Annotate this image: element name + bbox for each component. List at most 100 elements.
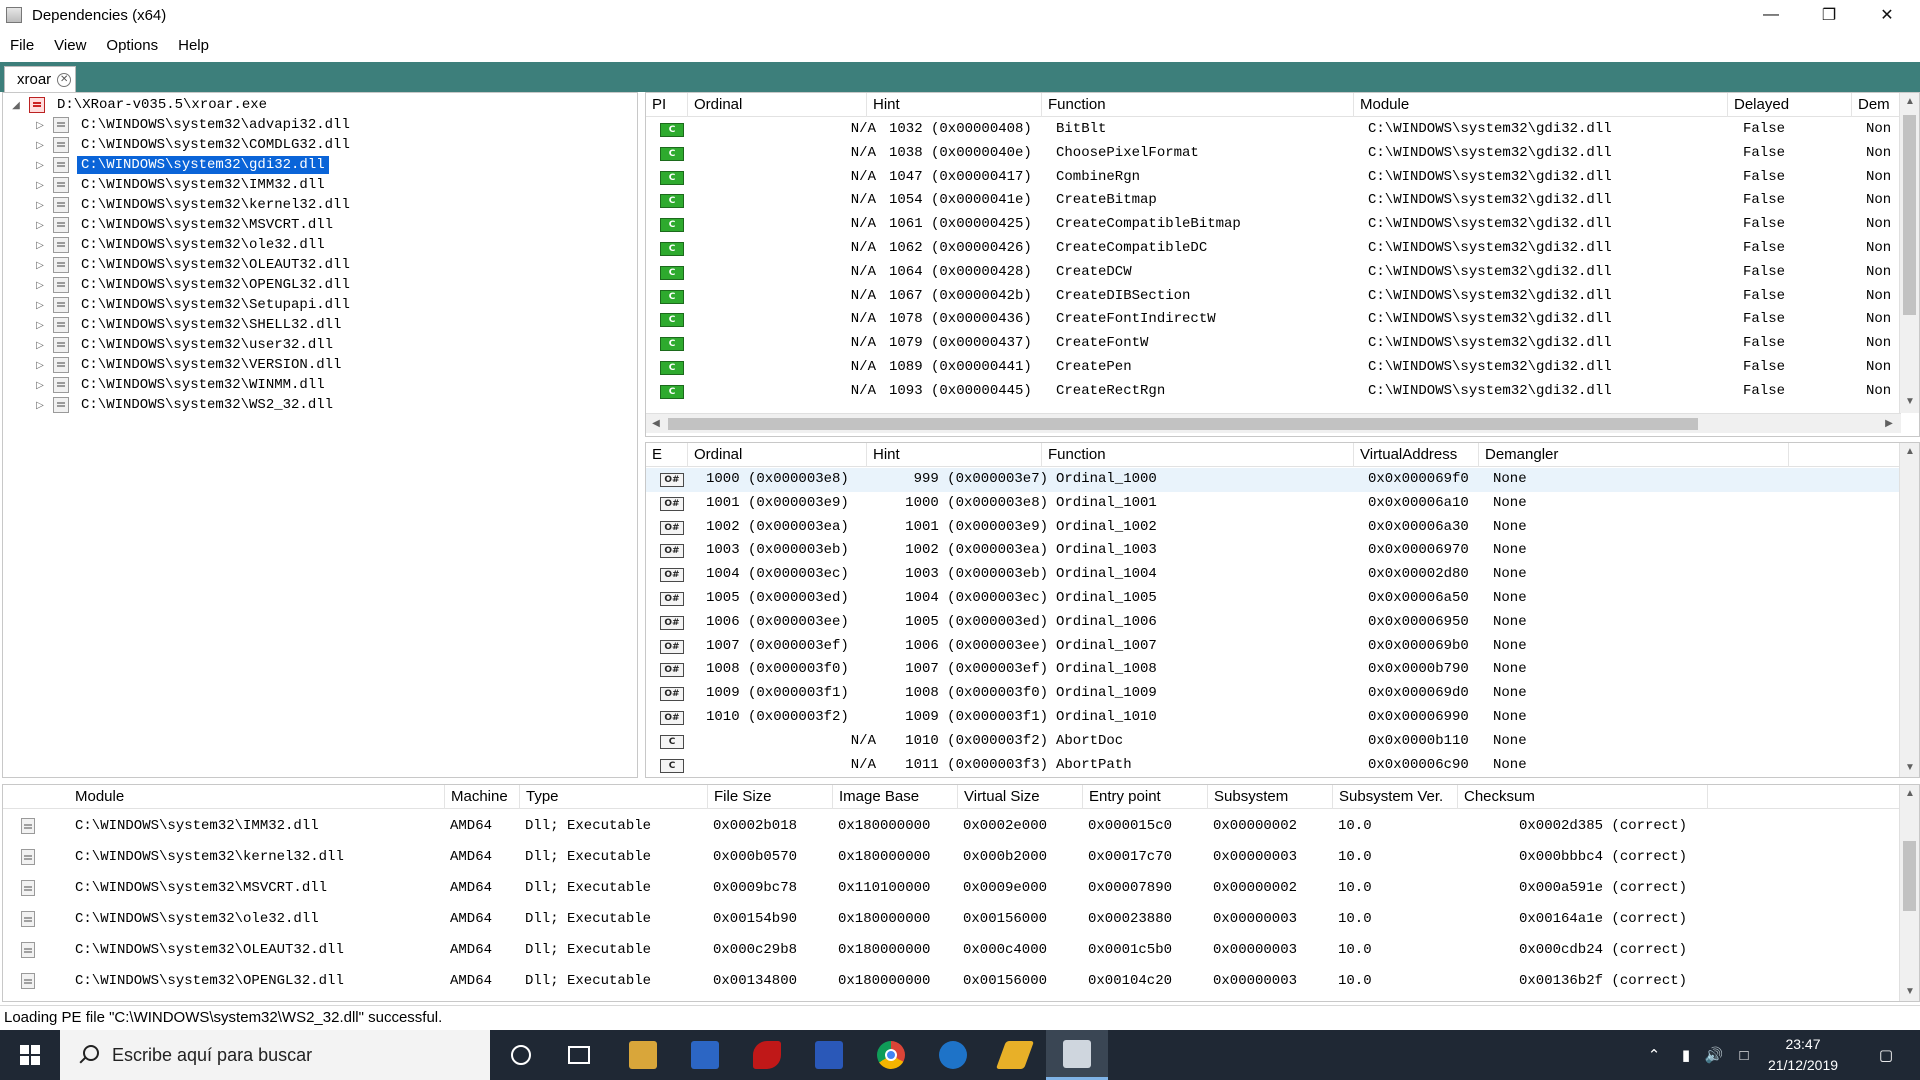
scroll-down-icon[interactable]: ▼ bbox=[1900, 983, 1919, 1001]
column-header-entry-point[interactable]: Entry point bbox=[1083, 785, 1208, 809]
minimize-button[interactable]: — bbox=[1742, 0, 1800, 30]
scroll-up-icon[interactable]: ▲ bbox=[1900, 785, 1919, 803]
column-header-dem[interactable]: Dem bbox=[1852, 93, 1900, 117]
import-row[interactable]: C N/A 1061 (0x00000425) CreateCompatibleBit… bbox=[646, 213, 1919, 237]
volume-icon[interactable]: 🔊 bbox=[1700, 1030, 1728, 1080]
expand-arrow-icon[interactable]: ▷ bbox=[33, 360, 47, 371]
column-header-type[interactable]: Type bbox=[520, 785, 708, 809]
scroll-down-icon[interactable]: ▼ bbox=[1900, 393, 1919, 411]
modules-grid[interactable]: Module Machine Type File Size Image Base Virt… bbox=[2, 784, 1920, 1002]
exports-vertical-scrollbar[interactable]: ▲ ▼ bbox=[1899, 443, 1919, 777]
module-row[interactable]: C:\WINDOWS\system32\OPENGL32.dll AMD64 Dll… bbox=[3, 966, 1899, 997]
export-row[interactable]: O# 1006 (0x000003ee) 1005 (0x000003ed) Ordi… bbox=[646, 611, 1899, 635]
import-row[interactable]: C N/A 1078 (0x00000436) CreateFontIndirectW… bbox=[646, 308, 1919, 332]
tree-item[interactable]: ▷ C:\WINDOWS\system32\VERSION.dll bbox=[33, 355, 345, 375]
column-header-module[interactable]: Module bbox=[3, 785, 445, 809]
expand-arrow-icon[interactable]: ▷ bbox=[33, 220, 47, 231]
tree-item[interactable]: ▷ C:\WINDOWS\system32\COMDLG32.dll bbox=[33, 135, 354, 155]
import-row[interactable]: C N/A 1032 (0x00000408) BitBlt C:\WINDOWS\sy… bbox=[646, 118, 1919, 142]
export-row[interactable]: C N/A 1011 (0x000003f3) AbortPath 0x0x00006c… bbox=[646, 754, 1899, 777]
close-button[interactable]: ✕ bbox=[1858, 0, 1916, 30]
expand-arrow-icon[interactable]: ▷ bbox=[33, 300, 47, 311]
menu-file[interactable]: File bbox=[0, 37, 44, 54]
column-header-pi[interactable]: PI bbox=[646, 93, 688, 117]
menu-options[interactable]: Options bbox=[96, 37, 168, 54]
column-header-ordinal[interactable]: Ordinal bbox=[688, 443, 867, 467]
imports-grid[interactable]: PI Ordinal Hint Function Module Delayed Dem C N… bbox=[645, 92, 1920, 437]
column-header-demangler[interactable]: Demangler bbox=[1479, 443, 1789, 467]
scroll-down-icon[interactable]: ▼ bbox=[1900, 759, 1919, 777]
scroll-thumb[interactable] bbox=[1903, 841, 1916, 911]
dependencies-app-icon[interactable] bbox=[1046, 1030, 1108, 1080]
chrome-icon[interactable] bbox=[860, 1030, 922, 1080]
taskbar-clock[interactable]: 23:47 21/12/2019 bbox=[1758, 1034, 1848, 1076]
column-header-image-base[interactable]: Image Base bbox=[833, 785, 958, 809]
export-row[interactable]: O# 1008 (0x000003f0) 1007 (0x000003ef) Ordi… bbox=[646, 658, 1899, 682]
exports-grid[interactable]: E Ordinal Hint Function VirtualAddress Demang… bbox=[645, 442, 1920, 778]
export-row[interactable]: O# 1010 (0x000003f2) 1009 (0x000003f1) Ordi… bbox=[646, 706, 1899, 730]
export-row[interactable]: O# 1001 (0x000003e9) 1000 (0x000003e8) Ordi… bbox=[646, 492, 1899, 516]
expand-arrow-icon[interactable]: ▷ bbox=[33, 400, 47, 411]
import-row[interactable]: C N/A 1038 (0x0000040e) ChoosePixelFormat C:… bbox=[646, 142, 1919, 166]
column-header-machine[interactable]: Machine bbox=[445, 785, 520, 809]
export-row[interactable]: O# 1005 (0x000003ed) 1004 (0x000003ec) Ordi… bbox=[646, 587, 1899, 611]
battery-icon[interactable]: ▮ bbox=[1672, 1030, 1700, 1080]
tree-item[interactable]: ▷ C:\WINDOWS\system32\user32.dll bbox=[33, 335, 337, 355]
expand-arrow-icon[interactable]: ▷ bbox=[33, 320, 47, 331]
tree-item[interactable]: ▷ C:\WINDOWS\system32\OLEAUT32.dll bbox=[33, 255, 354, 275]
module-row[interactable]: C:\WINDOWS\system32\IMM32.dll AMD64 Dll; E… bbox=[3, 811, 1899, 842]
import-row[interactable]: C N/A 1079 (0x00000437) CreateFontW C:\WINDO… bbox=[646, 332, 1919, 356]
scroll-thumb[interactable] bbox=[1903, 115, 1916, 315]
column-header-subsystem-ver[interactable]: Subsystem Ver. bbox=[1333, 785, 1458, 809]
export-row[interactable]: C N/A 1010 (0x000003f2) AbortDoc 0x0x0000b11… bbox=[646, 730, 1899, 754]
import-row[interactable]: C N/A 1089 (0x00000441) CreatePen C:\WINDOWS… bbox=[646, 356, 1919, 380]
expand-arrow-icon[interactable]: ▷ bbox=[33, 240, 47, 251]
tree-item[interactable]: ▷ C:\WINDOWS\system32\ole32.dll bbox=[33, 235, 329, 255]
column-header-checksum[interactable]: Checksum bbox=[1458, 785, 1708, 809]
tree-item[interactable]: ▷ C:\WINDOWS\system32\IMM32.dll bbox=[33, 175, 329, 195]
tree-item[interactable]: ▷ C:\WINDOWS\system32\advapi32.dll bbox=[33, 115, 354, 135]
tab-close-icon[interactable]: ✕ bbox=[57, 72, 72, 87]
floppy-app-icon[interactable] bbox=[798, 1030, 860, 1080]
expand-arrow-icon[interactable]: ▷ bbox=[33, 200, 47, 211]
expand-arrow-icon[interactable]: ▷ bbox=[33, 260, 47, 271]
start-button[interactable] bbox=[0, 1030, 60, 1080]
import-row[interactable]: C N/A 1067 (0x0000042b) CreateDIBSection C:\… bbox=[646, 285, 1919, 309]
export-row[interactable]: O# 1007 (0x000003ef) 1006 (0x000003ee) Ordi… bbox=[646, 635, 1899, 659]
module-row[interactable]: C:\WINDOWS\system32\kernel32.dll AMD64 Dll… bbox=[3, 842, 1899, 873]
scroll-right-icon[interactable]: ▶ bbox=[1879, 415, 1899, 433]
tree-item[interactable]: ▷ C:\WINDOWS\system32\Setupapi.dll bbox=[33, 295, 354, 315]
tree-item[interactable]: ▷ C:\WINDOWS\system32\WS2_32.dll bbox=[33, 395, 337, 415]
editor-app-icon[interactable] bbox=[984, 1030, 1046, 1080]
import-row[interactable]: C N/A 1054 (0x0000041e) CreateBitmap C:\WIND… bbox=[646, 189, 1919, 213]
column-header-function[interactable]: Function bbox=[1042, 93, 1354, 117]
xroar-app-icon[interactable] bbox=[736, 1030, 798, 1080]
module-row[interactable]: C:\WINDOWS\system32\MSVCRT.dll AMD64 Dll; … bbox=[3, 873, 1899, 904]
column-header-e[interactable]: E bbox=[646, 443, 688, 467]
expand-arrow-icon[interactable]: ▷ bbox=[33, 160, 47, 171]
column-header-delayed[interactable]: Delayed bbox=[1728, 93, 1852, 117]
module-row[interactable]: C:\WINDOWS\system32\ole32.dll AMD64 Dll; E… bbox=[3, 904, 1899, 935]
imports-horizontal-scrollbar[interactable]: ◀ ▶ bbox=[646, 413, 1901, 433]
column-header-virtualaddress[interactable]: VirtualAddress bbox=[1354, 443, 1479, 467]
collapse-arrow-icon[interactable]: ◢ bbox=[9, 100, 23, 111]
control-panel-icon[interactable] bbox=[674, 1030, 736, 1080]
import-row[interactable]: C N/A 1093 (0x00000445) CreateRectRgn C:\WIN… bbox=[646, 380, 1919, 404]
scroll-up-icon[interactable]: ▲ bbox=[1900, 93, 1919, 111]
taskbar-search-box[interactable]: Escribe aquí para buscar bbox=[60, 1030, 490, 1080]
tree-item[interactable]: ▷ C:\WINDOWS\system32\WINMM.dll bbox=[33, 375, 329, 395]
expand-arrow-icon[interactable]: ▷ bbox=[33, 280, 47, 291]
column-header-function[interactable]: Function bbox=[1042, 443, 1354, 467]
tree-root[interactable]: ◢ D:\XRoar-v035.5\xroar.exe bbox=[9, 95, 271, 115]
restore-button[interactable]: ❐ bbox=[1800, 0, 1858, 30]
tray-chevron-up-icon[interactable]: ⌃ bbox=[1640, 1030, 1668, 1080]
expand-arrow-icon[interactable]: ▷ bbox=[33, 380, 47, 391]
scroll-thumb[interactable] bbox=[668, 418, 1698, 430]
mail-app-icon[interactable] bbox=[922, 1030, 984, 1080]
export-row[interactable]: O# 1000 (0x000003e8) 999 (0x000003e7) Ordin… bbox=[646, 468, 1899, 492]
menu-help[interactable]: Help bbox=[168, 37, 219, 54]
expand-arrow-icon[interactable]: ▷ bbox=[33, 180, 47, 191]
dependency-tree[interactable]: ◢ D:\XRoar-v035.5\xroar.exe ▷ C:\WINDOWS\sy… bbox=[2, 92, 638, 778]
tab-xroar[interactable]: xroar ✕ bbox=[4, 66, 76, 92]
column-header-file-size[interactable]: File Size bbox=[708, 785, 833, 809]
